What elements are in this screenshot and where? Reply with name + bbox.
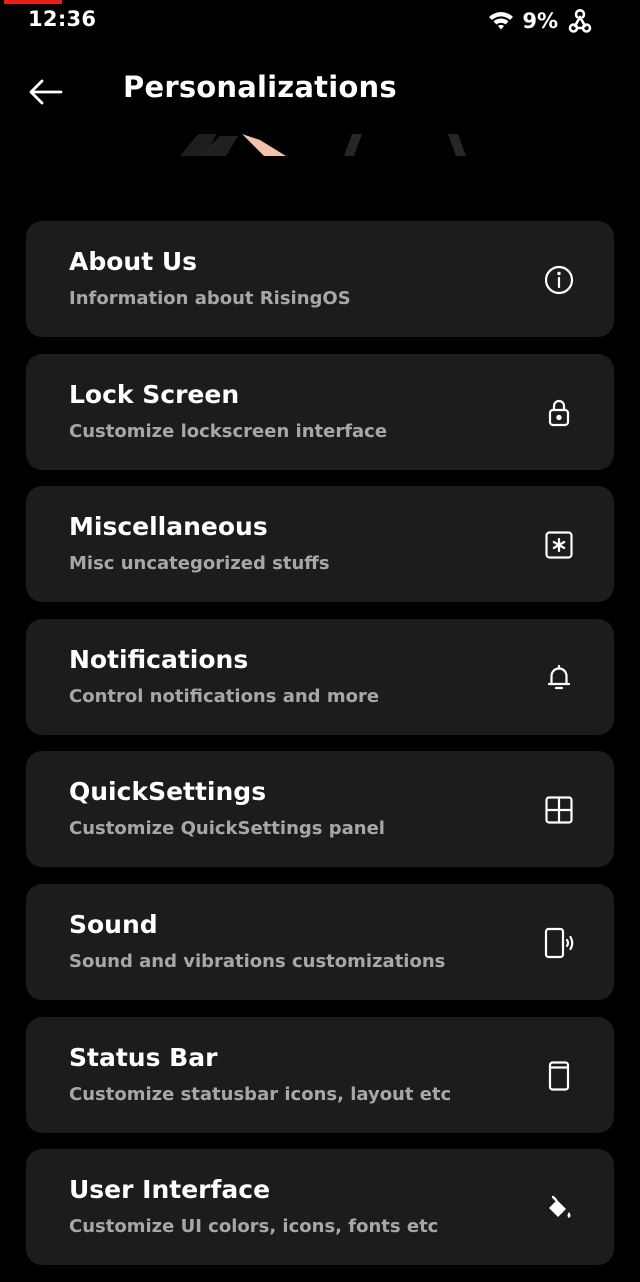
menu-item-miscellaneous[interactable]: Miscellaneous Misc uncategorized stuffs [26, 486, 614, 603]
arrow-left-icon [29, 79, 63, 105]
info-icon [542, 263, 576, 297]
app-bar: Personalizations [0, 60, 640, 122]
page-title: Personalizations [123, 70, 397, 104]
personalization-menu: About Us Information about RisingOS Lock… [26, 221, 614, 1282]
menu-item-title: QuickSettings [69, 777, 267, 807]
menu-item-notifications[interactable]: Notifications Control notifications and … [26, 618, 614, 735]
menu-item-quicksettings[interactable]: QuickSettings Customize QuickSettings pa… [26, 751, 614, 868]
menu-item-title: Status Bar [69, 1042, 218, 1072]
status-time: 12:36 [28, 7, 97, 31]
menu-item-about-us[interactable]: About Us Information about RisingOS [26, 221, 614, 337]
grid-icon [542, 793, 576, 827]
menu-item-title: Lock Screen [69, 379, 240, 409]
wifi-icon [488, 10, 514, 32]
paint-bucket-icon [542, 1191, 576, 1225]
menu-item-subtitle: Information about RisingOS [69, 288, 351, 309]
webhook-icon [566, 7, 594, 35]
status-icons: 9% [488, 6, 594, 36]
battery-percentage: 9% [522, 9, 558, 33]
asterisk-box-icon [542, 528, 576, 562]
menu-item-subtitle: Customize lockscreen interface [69, 420, 388, 442]
menu-item-status-bar[interactable]: Status Bar Customize statusbar icons, la… [26, 1016, 614, 1133]
menu-item-lock-screen[interactable]: Lock Screen Customize lockscreen interfa… [26, 353, 614, 470]
back-button[interactable] [22, 70, 70, 114]
header-illustration [176, 130, 476, 160]
menu-item-subtitle: Customize statusbar icons, layout etc [69, 1083, 452, 1105]
menu-item-subtitle: Customize QuickSettings panel [69, 818, 385, 840]
lock-icon [542, 396, 576, 430]
status-bar: 12:36 9% [0, 0, 640, 42]
phone-sound-icon [542, 926, 576, 960]
phone-statusbar-icon [542, 1059, 576, 1093]
menu-item-title: Sound [69, 909, 158, 939]
menu-item-subtitle: Customize UI colors, icons, fonts etc [69, 1216, 439, 1238]
menu-item-user-interface[interactable]: User Interface Customize UI colors, icon… [26, 1149, 614, 1266]
menu-item-subtitle: Control notifications and more [69, 685, 380, 707]
menu-item-subtitle: Misc uncategorized stuffs [69, 553, 330, 575]
menu-item-title: User Interface [69, 1175, 271, 1205]
menu-item-title: About Us [69, 247, 198, 276]
bell-icon [542, 661, 576, 695]
menu-item-sound[interactable]: Sound Sound and vibrations customization… [26, 883, 614, 1000]
menu-item-title: Miscellaneous [69, 512, 268, 542]
menu-item-title: Notifications [69, 644, 249, 674]
menu-item-subtitle: Sound and vibrations customizations [69, 950, 446, 972]
